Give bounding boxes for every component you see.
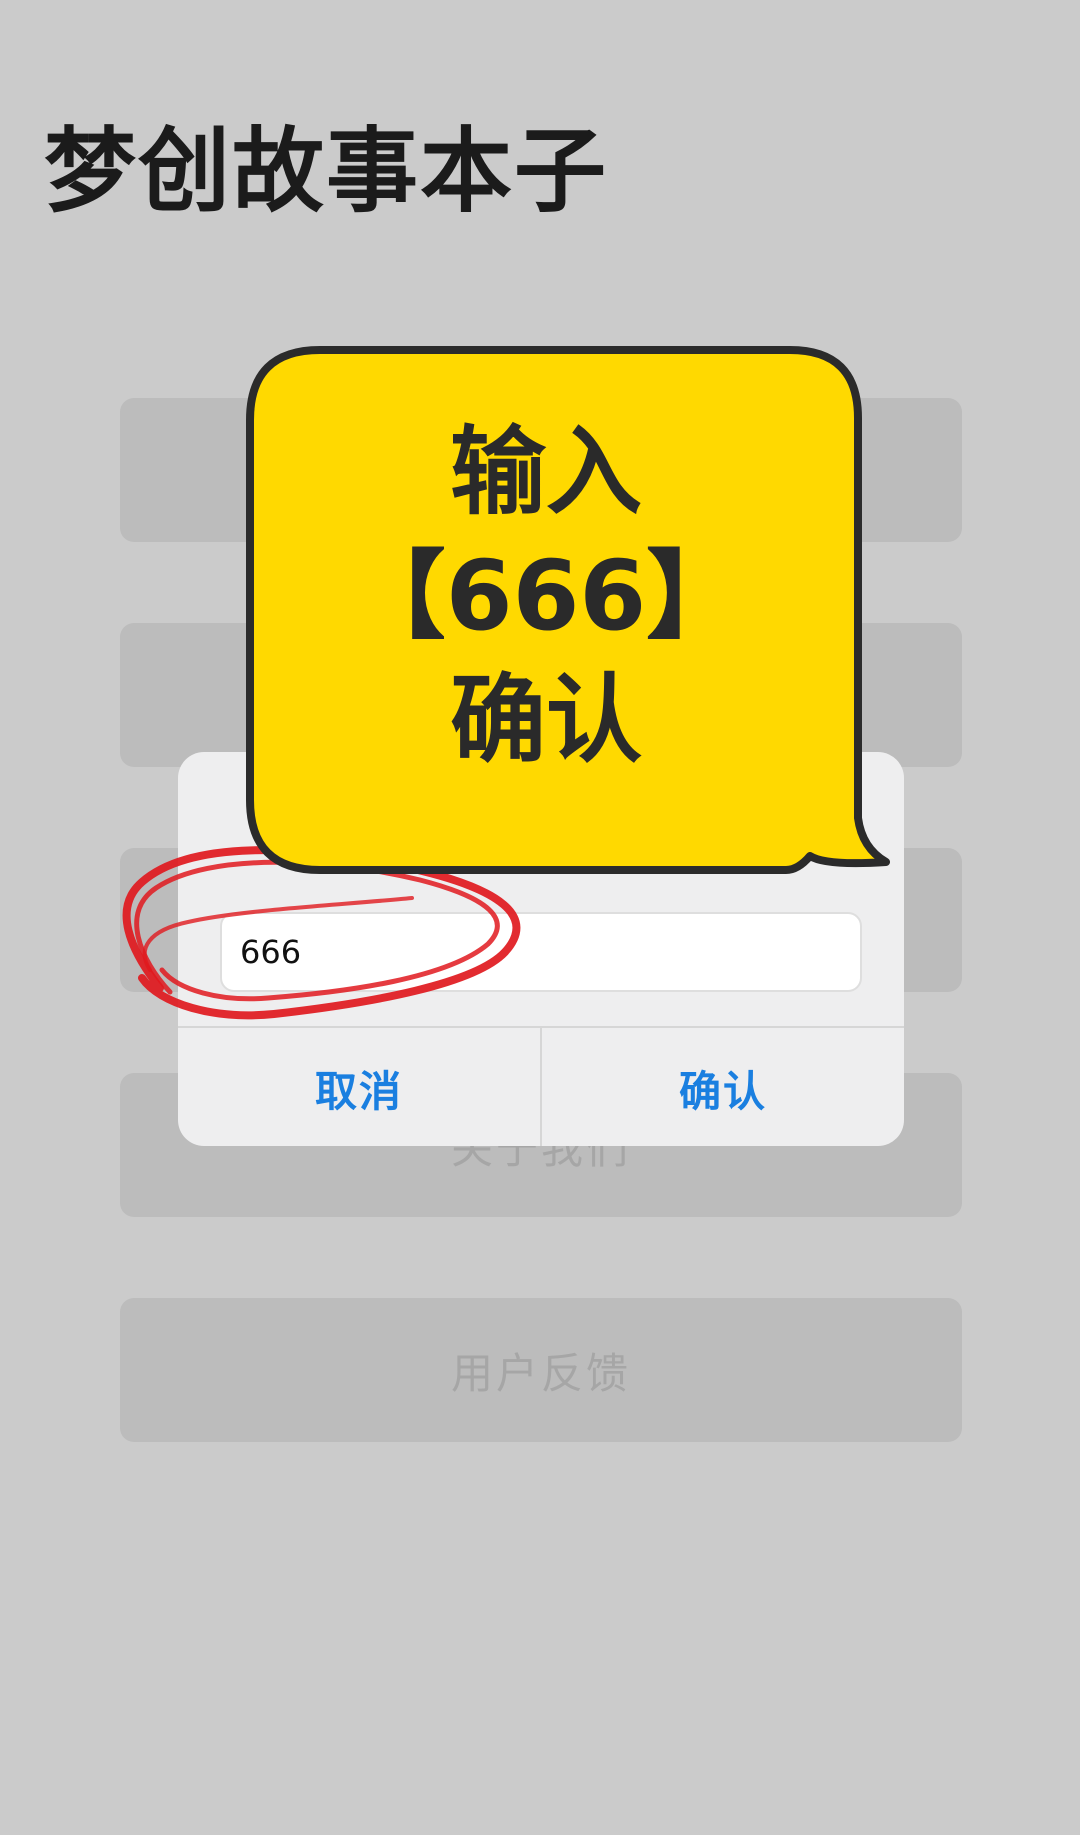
user-feedback-label: 用户反馈 [450,1348,631,1398]
menu-button-1[interactable] [120,398,962,542]
confirm-button[interactable]: 确认 [540,1028,904,1146]
confirm-button-label: 确认 [678,1066,767,1116]
user-feedback-button[interactable]: 用户反馈 [120,1298,962,1442]
cancel-button-label: 取消 [314,1066,403,1116]
app-title: 梦创故事本子 [44,118,609,225]
cancel-button[interactable]: 取消 [178,1028,540,1146]
menu-button-2[interactable] [120,623,962,767]
input-dialog: 取消 确认 [178,752,904,1146]
code-input[interactable] [220,912,862,992]
dialog-actions: 取消 确认 [178,1026,904,1146]
